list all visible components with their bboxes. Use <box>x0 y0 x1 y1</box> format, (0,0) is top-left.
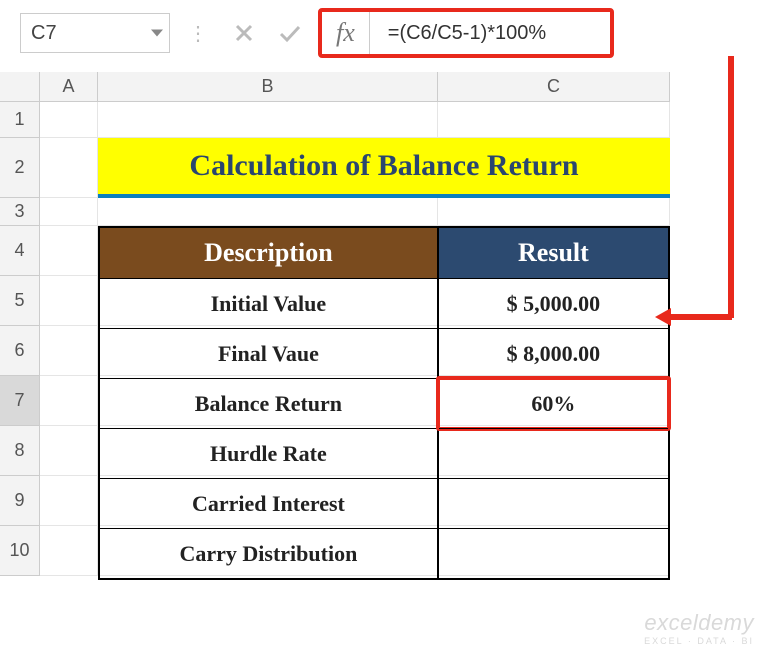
cell-result[interactable] <box>439 478 668 528</box>
table-row: Carry Distribution <box>100 528 668 578</box>
table-row: Carried Interest <box>100 478 668 528</box>
row-header[interactable]: 1 <box>0 102 40 138</box>
separator-icon: ⋮ <box>180 21 216 46</box>
table-row: Balance Return 60% <box>100 378 668 428</box>
cell[interactable] <box>40 376 98 426</box>
col-header-c[interactable]: C <box>438 72 670 102</box>
cell-desc[interactable]: Final Vaue <box>100 328 439 378</box>
row-header[interactable]: 2 <box>0 138 40 198</box>
name-box-value: C7 <box>31 22 57 45</box>
cell[interactable] <box>40 198 98 226</box>
check-icon <box>278 23 302 43</box>
formula-input-wrap: fx =(C6/C5-1)*100% <box>318 8 614 58</box>
cell-result[interactable] <box>439 528 668 578</box>
cell[interactable] <box>40 276 98 326</box>
cell[interactable] <box>40 102 98 138</box>
name-box[interactable]: C7 <box>20 13 170 53</box>
cell[interactable] <box>40 476 98 526</box>
row-header[interactable]: 5 <box>0 276 40 326</box>
header-description[interactable]: Description <box>100 228 439 278</box>
cell-result[interactable]: $ 8,000.00 <box>439 328 668 378</box>
header-result[interactable]: Result <box>439 228 668 278</box>
cell[interactable] <box>40 526 98 576</box>
cancel-button[interactable] <box>226 15 262 51</box>
spreadsheet-grid[interactable]: A B C 1 2 3 4 5 6 7 8 9 10 Calculation o… <box>0 72 768 658</box>
row-header[interactable]: 10 <box>0 526 40 576</box>
column-headers: A B C <box>0 72 768 102</box>
select-all-corner[interactable] <box>0 72 40 102</box>
cell[interactable] <box>438 102 670 138</box>
watermark-line2: EXCEL · DATA · BI <box>644 636 754 646</box>
row-header[interactable]: 3 <box>0 198 40 226</box>
cell-desc[interactable]: Carry Distribution <box>100 528 439 578</box>
cell[interactable] <box>438 198 670 226</box>
cell-result[interactable] <box>439 428 668 478</box>
col-header-a[interactable]: A <box>40 72 98 102</box>
chevron-down-icon[interactable] <box>151 30 163 37</box>
callout-arrowhead-icon <box>655 308 671 326</box>
row-header[interactable]: 8 <box>0 426 40 476</box>
data-table: Description Result Initial Value $ 5,000… <box>98 226 670 580</box>
cell-desc[interactable]: Initial Value <box>100 278 439 328</box>
cell[interactable] <box>40 226 98 276</box>
table-row: Final Vaue $ 8,000.00 <box>100 328 668 378</box>
cell-desc[interactable]: Balance Return <box>100 378 439 428</box>
callout-arrow-icon <box>670 314 732 320</box>
cell-result-selected[interactable]: 60% <box>439 378 668 428</box>
table-row: Initial Value $ 5,000.00 <box>100 278 668 328</box>
x-icon <box>234 23 254 43</box>
row-header[interactable]: 6 <box>0 326 40 376</box>
cell[interactable] <box>40 326 98 376</box>
enter-button[interactable] <box>272 15 308 51</box>
row-header[interactable]: 9 <box>0 476 40 526</box>
watermark: exceldemy EXCEL · DATA · BI <box>644 610 754 646</box>
cell[interactable] <box>40 138 98 198</box>
cell-desc[interactable]: Carried Interest <box>100 478 439 528</box>
table-row: Hurdle Rate <box>100 428 668 478</box>
fx-icon[interactable]: fx <box>322 12 370 54</box>
callout-arrow-icon <box>728 56 734 318</box>
cell[interactable] <box>40 426 98 476</box>
row-header[interactable]: 4 <box>0 226 40 276</box>
cell[interactable] <box>98 198 438 226</box>
table-header-row: Description Result <box>100 228 668 278</box>
cell-result[interactable]: $ 5,000.00 <box>439 278 668 328</box>
formula-bar: C7 ⋮ fx =(C6/C5-1)*100% <box>0 0 768 66</box>
watermark-line1: exceldemy <box>644 610 754 636</box>
page-title[interactable]: Calculation of Balance Return <box>98 138 670 198</box>
col-header-b[interactable]: B <box>98 72 438 102</box>
row-header[interactable]: 7 <box>0 376 40 426</box>
cell[interactable] <box>98 102 438 138</box>
cell-desc[interactable]: Hurdle Rate <box>100 428 439 478</box>
formula-input[interactable]: =(C6/C5-1)*100% <box>370 12 610 54</box>
